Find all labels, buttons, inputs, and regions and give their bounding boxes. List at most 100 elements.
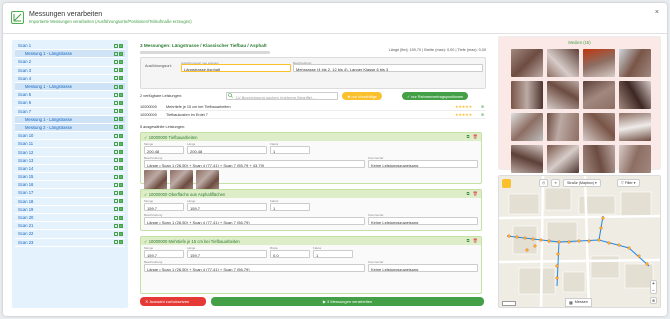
scan-item[interactable]: Scan 14	[15, 165, 125, 173]
menge-input[interactable]: 159,7	[144, 250, 184, 258]
scan-item[interactable]: Scan 23	[15, 239, 125, 247]
copy-icon[interactable]: ⧉	[467, 191, 470, 197]
formula-input[interactable]: Länge • Scan 1 (26.50) + Scan 4 (77.41) …	[144, 160, 365, 168]
photo-thumbnail[interactable]	[196, 170, 219, 190]
media-thumbnail[interactable]	[547, 81, 579, 109]
media-thumbnail[interactable]	[619, 49, 651, 77]
check-icon	[119, 215, 123, 220]
scan-item[interactable]: Scan 10	[15, 132, 125, 141]
media-thumbnail[interactable]	[511, 113, 543, 141]
measurement-item[interactable]: Messung 2 - Längstrasse	[15, 123, 125, 133]
scan-label: Scan 4	[18, 75, 32, 81]
scan-item[interactable]: Scan 19	[15, 206, 125, 214]
close-icon[interactable]: ×	[655, 9, 659, 16]
search-icon	[228, 93, 233, 99]
map-filter-button[interactable]: ▽ Filter ▾	[617, 179, 640, 187]
laenge-input[interactable]: 159,7	[187, 250, 267, 258]
formula-input[interactable]: Länge • Scan 1 (26.50) + Scan 4 (77.41) …	[144, 217, 365, 225]
scan-item[interactable]: Scan 20	[15, 214, 125, 223]
map-mode-icon[interactable]	[502, 179, 511, 188]
media-thumbnail[interactable]	[619, 81, 651, 109]
scan-item[interactable]: Scan 11	[15, 140, 125, 149]
add-icon[interactable]: ⊕	[481, 104, 484, 109]
map-panel[interactable]: ⎙ ≡ Straße (Mapbox) ▾ ▽ Filter ▾ + − ⊕ ▦ M…	[498, 175, 661, 308]
scan-item[interactable]: Scan 4	[15, 75, 125, 83]
media-thumbnail[interactable]	[511, 49, 543, 77]
map-style-select[interactable]: Straße (Mapbox) ▾	[563, 179, 601, 187]
item-text: Mehrtiefe je 15 cm bei Tiefbauarbeiten	[166, 104, 231, 109]
scan-item[interactable]: Scan 1	[15, 42, 125, 51]
scan-status-icons	[113, 150, 123, 155]
measure-formula-row: Beschreibung Länge • Scan 1 (26.50) + Sca…	[141, 155, 481, 169]
media-thumbnail[interactable]	[619, 145, 651, 173]
check-icon	[119, 92, 123, 97]
scan-item[interactable]: Scan 15	[15, 173, 125, 182]
faktor-input[interactable]: 1	[270, 146, 310, 154]
laenge-input[interactable]: 159,7	[187, 203, 267, 211]
media-thumbnail[interactable]	[583, 49, 615, 77]
photo-thumbnail[interactable]	[144, 170, 167, 190]
scan-item[interactable]: Scan 5	[15, 91, 125, 100]
search-input[interactable]: LV-Bezeichnung suchen (mehrere Begriffe)…	[226, 92, 338, 100]
zuweisung-input[interactable]: Keine Leistungszuweisung	[368, 264, 478, 272]
zoom-controls[interactable]: + −	[650, 280, 657, 294]
compass-icon[interactable]: ⊕	[650, 297, 657, 304]
zuweisung-input[interactable]: Keine Leistungszuweisung	[368, 217, 478, 225]
scan-item[interactable]: Scan 18	[15, 198, 125, 206]
measurement-item[interactable]: Messung 1 - Längstrasse	[15, 82, 125, 92]
available-item[interactable]: 10000000 Mehrtiefe je 15 cm bei Tiefbauar…	[140, 103, 486, 111]
frame-contract-button[interactable]: ✓ nur Rahmenvertragspositionen	[402, 92, 469, 100]
media-thumbnail[interactable]	[583, 113, 615, 141]
available-item[interactable]: 10000000 Tiefbaukosten im Erdel 7 ★★★★★ ⊕	[140, 111, 486, 119]
check-icon	[119, 51, 123, 56]
delete-icon[interactable]: 🗑	[473, 134, 478, 140]
scan-item[interactable]: Scan 7	[15, 108, 125, 116]
media-thumbnail[interactable]	[619, 113, 651, 141]
print-icon[interactable]: ⎙	[539, 179, 548, 187]
laenge-input[interactable]: 200,48	[187, 146, 267, 154]
delete-icon[interactable]: 🗑	[473, 238, 478, 244]
media-thumbnail[interactable]	[511, 81, 543, 109]
suggestions-button[interactable]: ★ nur Vorschläge	[342, 92, 382, 100]
scan-label: Scan 15	[18, 174, 34, 180]
photo-thumbnail[interactable]	[170, 170, 193, 190]
faktor-input[interactable]: 1	[270, 203, 310, 211]
faktor-input[interactable]: 1	[313, 250, 353, 258]
copy-icon[interactable]: ⧉	[467, 134, 470, 140]
add-icon[interactable]: ⊕	[481, 112, 484, 117]
beschreibung-input[interactable]: Mehrgasse (4 bis 2, 12 bis 4), Langer Kl…	[293, 64, 483, 72]
measure-number: 10000000	[148, 191, 168, 197]
check-icon	[119, 133, 123, 138]
copy-icon[interactable]: ⧉	[467, 238, 470, 244]
scan-item[interactable]: Scan 13	[15, 157, 125, 165]
scan-item[interactable]: Scan 22	[15, 230, 125, 239]
menge-input[interactable]: 200,48	[144, 146, 184, 154]
scan-item[interactable]: Scan 21	[15, 222, 125, 231]
formula-input[interactable]: Länge • Scan 1 (26.50) + Scan 4 (77.41) …	[144, 264, 365, 272]
zuweisung-input[interactable]: Keine Leistungszuweisung	[368, 160, 478, 168]
scan-item[interactable]: Scan 2	[15, 58, 125, 67]
measurement-item[interactable]: Messung 1 - Längstrasse	[15, 115, 125, 124]
scan-item[interactable]: Scan 3	[15, 67, 125, 75]
scan-item[interactable]: Scan 6	[15, 99, 125, 108]
media-thumbnail[interactable]	[511, 145, 543, 173]
layers-icon[interactable]: ≡	[551, 179, 560, 187]
breite-input[interactable]: 0,0	[270, 250, 310, 258]
image-icon	[113, 43, 118, 48]
legend-label: Messen	[574, 300, 588, 304]
media-thumbnail[interactable]	[547, 145, 579, 173]
scan-item[interactable]: Scan 12	[15, 148, 125, 157]
delete-icon[interactable]: 🗑	[473, 191, 478, 197]
media-thumbnail[interactable]	[547, 49, 579, 77]
ort-input[interactable]: Längstrasse Asphalt	[181, 64, 291, 72]
media-thumbnail[interactable]	[583, 145, 615, 173]
reset-button[interactable]: ✕ Auswahl zurücksetzen	[140, 297, 206, 306]
media-thumbnail[interactable]	[583, 81, 615, 109]
scan-item[interactable]: Scan 16	[15, 181, 125, 190]
media-thumbnail[interactable]	[547, 113, 579, 141]
measurement-item[interactable]: Messung 1 - Längstrasse	[15, 50, 125, 59]
process-button[interactable]: ▶ 3 Messungen verarbeiten	[211, 297, 484, 306]
menge-input[interactable]: 159,7	[144, 203, 184, 211]
map-legend[interactable]: ▦ Messen	[565, 298, 592, 307]
scan-item[interactable]: Scan 17	[15, 189, 125, 198]
